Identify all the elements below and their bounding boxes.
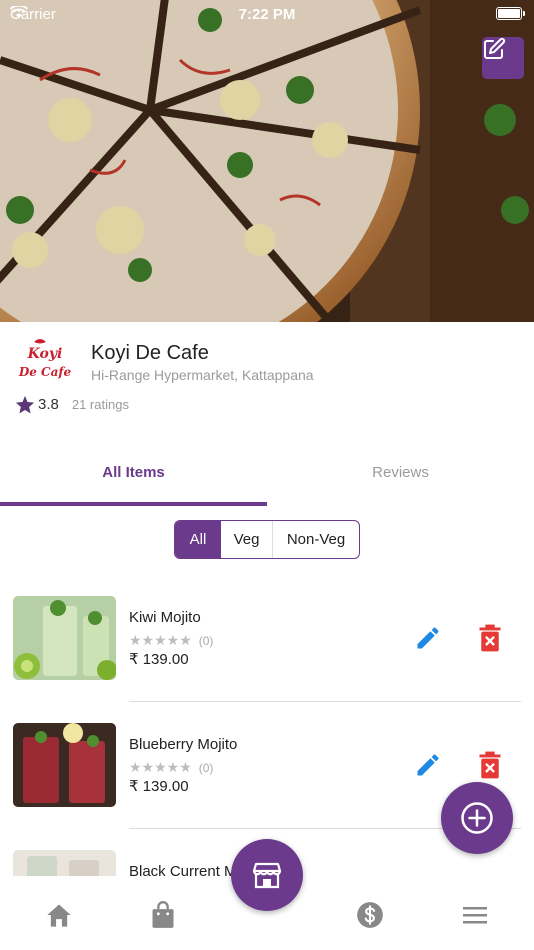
- item-rating-count: (0): [198, 633, 214, 648]
- delete-icon: [479, 751, 501, 779]
- cover-image: Carrier 7:22 PM: [0, 0, 534, 322]
- nav-orders[interactable]: [148, 900, 178, 930]
- restaurant-info: Koyi De Cafe Koyi De Cafe Hi-Range Hyper…: [0, 322, 534, 432]
- item-name: Blueberry Mojito: [129, 736, 238, 753]
- menu-item[interactable]: Kiwi Mojito ★★★★★ (0) ₹ 139.00: [0, 596, 534, 723]
- item-rating: ★★★★★ (0): [129, 632, 213, 649]
- delete-item-button[interactable]: [478, 624, 502, 652]
- star-icon: ★★★★★: [129, 759, 192, 775]
- home-icon: [47, 904, 71, 927]
- tab-bar: All Items Reviews: [0, 450, 534, 507]
- status-bar: Carrier 7:22 PM: [0, 0, 534, 28]
- menu-icon: [463, 907, 487, 924]
- tab-reviews[interactable]: Reviews: [267, 450, 534, 500]
- filter-veg[interactable]: Veg: [221, 521, 273, 558]
- item-price: ₹ 139.00: [129, 778, 189, 795]
- item-image: [13, 596, 116, 680]
- item-image: [13, 723, 116, 807]
- svg-text:De Cafe: De Cafe: [18, 365, 72, 379]
- filter-all[interactable]: All: [175, 521, 221, 558]
- delete-item-button[interactable]: [478, 751, 502, 779]
- star-icon: [15, 395, 35, 414]
- item-name: Kiwi Mojito: [129, 609, 201, 626]
- svg-text:Koyi: Koyi: [27, 346, 63, 362]
- item-rating: ★★★★★ (0): [129, 759, 213, 776]
- item-rating-count: (0): [198, 760, 214, 775]
- food-type-filter: All Veg Non-Veg: [174, 520, 360, 559]
- restaurant-name: Koyi De Cafe: [91, 342, 209, 364]
- pencil-icon: [417, 627, 439, 649]
- edit-item-button[interactable]: [414, 624, 442, 652]
- item-divider: [129, 701, 521, 702]
- pizza-image: [0, 0, 534, 322]
- delete-icon: [479, 624, 501, 652]
- restaurant-address: Hi-Range Hypermarket, Kattappana: [91, 367, 314, 383]
- star-icon: ★★★★★: [129, 632, 192, 648]
- plus-circle-icon: [461, 802, 493, 834]
- dollar-icon: [357, 902, 383, 928]
- nav-menu[interactable]: [460, 900, 490, 930]
- filter-non-veg[interactable]: Non-Veg: [273, 521, 359, 558]
- rating-value: 3.8: [38, 396, 59, 413]
- edit-item-button[interactable]: [414, 751, 442, 779]
- restaurant-rating: 3.8 21 ratings: [15, 395, 129, 414]
- battery-icon: [496, 7, 525, 20]
- edit-square-icon: [484, 37, 506, 59]
- nav-home[interactable]: [44, 900, 74, 930]
- pencil-icon: [417, 754, 439, 776]
- item-price: ₹ 139.00: [129, 651, 189, 668]
- item-image: [13, 850, 116, 876]
- add-item-button[interactable]: [441, 782, 513, 854]
- nav-earnings[interactable]: [355, 900, 385, 930]
- status-time: 7:22 PM: [238, 6, 296, 23]
- restaurant-logo: Koyi De Cafe: [18, 339, 72, 379]
- shopping-bag-icon: [152, 901, 174, 928]
- ratings-count: 21 ratings: [71, 397, 129, 412]
- edit-cover-button[interactable]: [482, 37, 524, 79]
- store-icon: [252, 862, 282, 889]
- store-button[interactable]: [231, 839, 303, 911]
- tab-all-items[interactable]: All Items: [0, 450, 267, 500]
- tab-indicator: [0, 502, 267, 506]
